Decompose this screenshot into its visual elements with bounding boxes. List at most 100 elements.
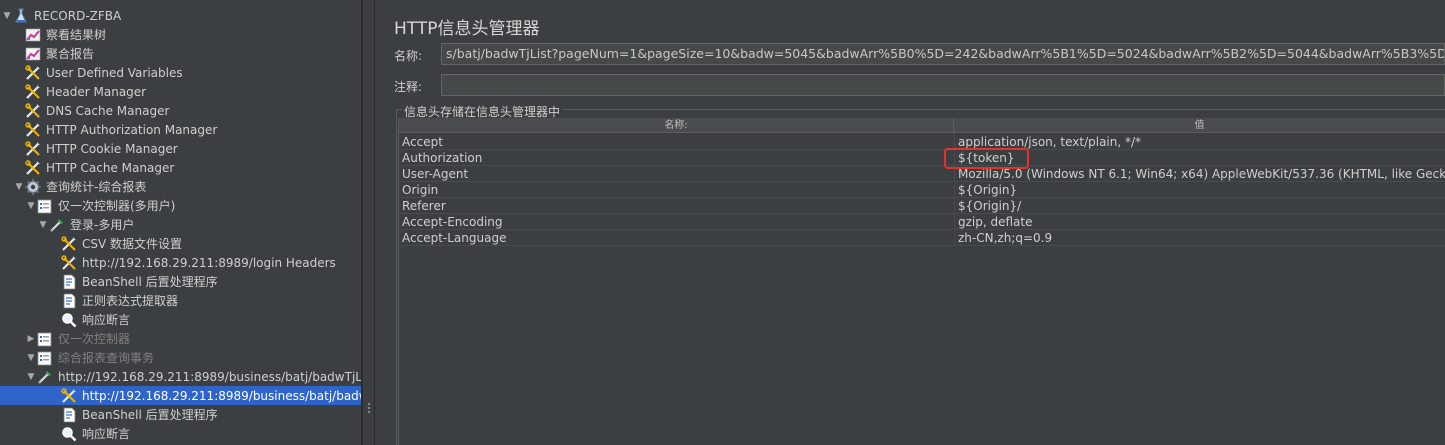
tree-item-label: 查询统计-综合报表: [46, 180, 147, 194]
comment-field[interactable]: [441, 74, 1445, 96]
wrench-scissors-icon: [25, 64, 43, 81]
header-manager-panel: HTTP信息头管理器 名称: s/batj/badwTjList?pageNum…: [376, 0, 1445, 445]
tree-item[interactable]: 响应断言: [0, 424, 361, 443]
tree-expander-icon[interactable]: ▼: [1, 11, 13, 21]
tree-item-label: 仅一次控制器: [58, 332, 131, 346]
header-value-cell[interactable]: gzip, deflate: [958, 214, 1445, 230]
tree-item[interactable]: http://192.168.29.211:8989/login Headers: [0, 253, 361, 272]
tree-item-label: HTTP Authorization Manager: [46, 122, 218, 137]
header-name-cell[interactable]: Accept-Language: [402, 230, 952, 246]
tree-item[interactable]: DNS Cache Manager: [0, 101, 361, 120]
column-header-value[interactable]: 值: [954, 118, 1445, 133]
header-value-cell[interactable]: zh-CN,zh;q=0.9: [958, 230, 1445, 246]
tree-item[interactable]: User Defined Variables: [0, 63, 361, 82]
tree-item-label: http://192.168.29.211:8989/business/batj…: [58, 369, 362, 384]
controller-icon: [37, 350, 55, 366]
wrench-scissors-icon: [25, 159, 43, 176]
headers-table: 名称: 值 Accept application/json, text/plain…: [398, 118, 1445, 445]
tree-item-label: 响应断言: [82, 427, 131, 441]
tree-item[interactable]: Header Manager: [0, 82, 361, 101]
tree-item[interactable]: 察看结果树: [0, 25, 361, 44]
authorization-value-highlight: [944, 148, 1029, 169]
header-value-cell[interactable]: ${Origin}: [958, 182, 1445, 198]
page-title: HTTP信息头管理器: [394, 19, 540, 39]
wrench-scissors-icon: [25, 83, 43, 100]
tree-expander-icon[interactable]: ▼: [25, 353, 37, 363]
tree-item[interactable]: HTTP Cache Manager: [0, 158, 361, 177]
table-header: 名称: 值: [399, 118, 1445, 133]
header-name-cell[interactable]: User-Agent: [402, 166, 952, 182]
wrench-scissors-icon: [61, 254, 79, 271]
pipette-icon: [37, 369, 55, 385]
tree-item[interactable]: CSV 数据文件设置: [0, 234, 361, 253]
chart-icon: [25, 46, 43, 62]
table-row[interactable]: Accept-Language zh-CN,zh;q=0.9: [399, 230, 1445, 246]
tree-item-label: http://192.168.29.211:8989/business/batj…: [82, 388, 361, 403]
tree-item[interactable]: 正则表达式提取器: [0, 291, 361, 310]
tree-item-label: Header Manager: [46, 84, 147, 99]
gear-icon: [25, 178, 43, 195]
table-row[interactable]: Referer ${Origin}/: [399, 198, 1445, 214]
flask-icon: [13, 8, 31, 24]
header-value-cell[interactable]: application/json, text/plain, */*: [958, 134, 1445, 150]
tree-expander-icon[interactable]: ▼: [13, 182, 25, 192]
tree-item-label: 登录-多用户: [70, 218, 135, 232]
tree-expander-icon[interactable]: ▼: [37, 220, 49, 230]
controller-icon: [37, 331, 55, 347]
script-icon: [61, 407, 79, 423]
tree-item[interactable]: 响应断言: [0, 310, 361, 329]
table-row[interactable]: Accept application/json, text/plain, */*: [399, 134, 1445, 150]
tree-item-label: User Defined Variables: [46, 65, 183, 80]
table-row[interactable]: User-Agent Mozilla/5.0 (Windows NT 6.1; W…: [399, 166, 1445, 182]
tree-item[interactable]: ▼ http://192.168.29.211:8989/business/bat…: [0, 367, 362, 386]
tree-item-label: 察看结果树: [46, 28, 107, 42]
tree-item[interactable]: BeanShell 后置处理程序: [0, 272, 361, 291]
tree-item-label: BeanShell 后置处理程序: [82, 408, 218, 422]
tree-item[interactable]: ▼ 登录-多用户: [0, 215, 361, 234]
header-name-cell[interactable]: Accept: [402, 134, 952, 150]
wrench-scissors-icon: [61, 235, 79, 252]
tree-item-label: 正则表达式提取器: [82, 294, 179, 308]
header-value-cell[interactable]: Mozilla/5.0 (Windows NT 6.1; Win64; x64)…: [958, 166, 1445, 182]
magnifier-icon: [61, 312, 79, 328]
chart-icon: [25, 27, 43, 43]
tree-item-label: DNS Cache Manager: [46, 103, 170, 118]
tree-item-label: BeanShell 后置处理程序: [82, 275, 218, 289]
wrench-scissors-icon: [25, 121, 43, 138]
tree-item[interactable]: BeanShell 后置处理程序: [0, 405, 361, 424]
tree-item[interactable]: ▼ RECORD-ZFBA: [0, 6, 361, 25]
tree-item-label: RECORD-ZFBA: [34, 8, 122, 23]
header-name-cell[interactable]: Origin: [402, 182, 952, 198]
tree-item-label: HTTP Cookie Manager: [46, 141, 178, 156]
tree-expander-icon[interactable]: ▼: [25, 372, 37, 382]
tree-expander-icon[interactable]: ▶: [25, 334, 37, 344]
script-icon: [61, 274, 79, 290]
header-name-cell[interactable]: Referer: [402, 198, 952, 214]
name-label: 名称:: [394, 49, 423, 63]
header-name-cell[interactable]: Accept-Encoding: [402, 214, 952, 230]
header-name-cell[interactable]: Authorization: [402, 150, 952, 166]
tree-item[interactable]: HTTP Authorization Manager: [0, 120, 361, 139]
panel-splitter[interactable]: [362, 0, 375, 445]
tree-item[interactable]: ▼ 仅一次控制器(多用户): [0, 196, 361, 215]
tree-item[interactable]: ▶ 仅一次控制器: [0, 329, 361, 348]
tree-item[interactable]: http://192.168.29.211:8989/business/batj…: [0, 386, 361, 405]
tree-item[interactable]: ▼ 综合报表查询事务: [0, 348, 361, 367]
tree-expander-icon[interactable]: ▼: [25, 201, 37, 211]
pipette-icon: [49, 217, 67, 233]
tree-item[interactable]: ▼ 查询统计-综合报表: [0, 177, 361, 196]
tree-item[interactable]: HTTP Cookie Manager: [0, 139, 361, 158]
column-header-name[interactable]: 名称:: [399, 118, 954, 133]
name-field[interactable]: s/batj/badwTjList?pageNum=1&pageSize=10&…: [441, 43, 1445, 65]
splitter-grip-icon[interactable]: [367, 403, 371, 417]
tree-item-label: http://192.168.29.211:8989/login Headers: [82, 255, 336, 270]
header-value-cell[interactable]: ${token}: [958, 150, 1445, 166]
table-row[interactable]: Authorization ${token}: [399, 150, 1445, 166]
magnifier-icon: [61, 426, 79, 442]
table-row[interactable]: Origin ${Origin}: [399, 182, 1445, 198]
script-icon: [61, 293, 79, 309]
tree-item[interactable]: 聚合报告: [0, 44, 361, 63]
table-row[interactable]: Accept-Encoding gzip, deflate: [399, 214, 1445, 230]
header-value-cell[interactable]: ${Origin}/: [958, 198, 1445, 214]
test-plan-tree[interactable]: ▼ RECORD-ZFBA 察看结果树聚合报告 User Defined Variab…: [0, 0, 362, 445]
